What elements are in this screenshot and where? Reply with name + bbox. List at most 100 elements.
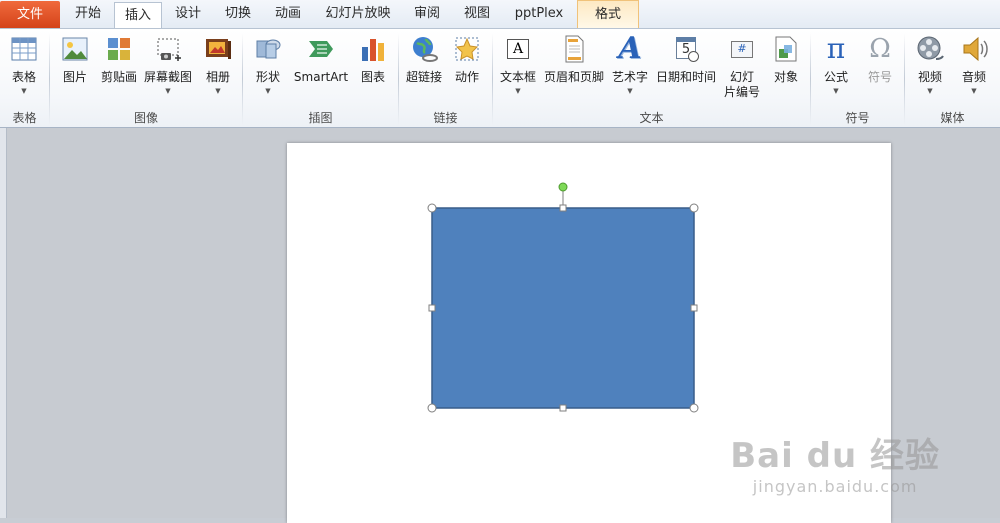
audio-button-label: 音频 bbox=[961, 70, 986, 84]
tab-design[interactable]: 设计 bbox=[164, 0, 212, 28]
hyperlink-icon bbox=[413, 37, 438, 62]
shapes-dropdown-arrow[interactable]: ▼ bbox=[250, 87, 286, 96]
resize-handle-bottom[interactable] bbox=[559, 404, 567, 412]
ribbon-insert: 表格 ▼ 表格 图片 剪贴画 屏幕截图 ▼ 相册 ▼ 图像 形状 ▼ Smart… bbox=[0, 28, 1000, 128]
shapes-button[interactable]: 形状 ▼ bbox=[250, 33, 286, 96]
screenshot-button-label: 屏幕截图 bbox=[143, 70, 192, 84]
symbol-button[interactable]: Ω 符号 bbox=[860, 33, 900, 85]
table-icon bbox=[11, 37, 37, 61]
textbox-dropdown-arrow[interactable]: ▼ bbox=[496, 87, 540, 96]
object-button-label: 对象 bbox=[773, 70, 798, 84]
video-button-label: 视频 bbox=[917, 70, 942, 84]
tab-animations[interactable]: 动画 bbox=[264, 0, 312, 28]
slide-number-icon: # bbox=[726, 33, 758, 65]
film-reel-icon bbox=[917, 36, 944, 60]
action-icon bbox=[455, 37, 479, 61]
date-time-button[interactable]: 5 日期和时间 bbox=[652, 33, 720, 85]
photo-album-dropdown-arrow[interactable]: ▼ bbox=[200, 87, 236, 96]
wordart-dropdown-arrow[interactable]: ▼ bbox=[608, 87, 652, 96]
video-dropdown-arrow[interactable]: ▼ bbox=[910, 87, 950, 96]
resize-handle-top-left[interactable] bbox=[427, 203, 437, 213]
resize-handle-bottom-left[interactable] bbox=[427, 403, 437, 413]
shapes-icon bbox=[256, 39, 281, 59]
resize-handle-bottom-right[interactable] bbox=[689, 403, 699, 413]
picture-button-label: 图片 bbox=[62, 70, 87, 84]
tab-home[interactable]: 开始 bbox=[63, 0, 113, 28]
action-button-label: 动作 bbox=[454, 70, 479, 84]
tab-transitions[interactable]: 切换 bbox=[214, 0, 262, 28]
smartart-button-label: SmartArt bbox=[293, 70, 349, 84]
header-footer-button-label: 页眉和页脚 bbox=[543, 70, 604, 84]
audio-button[interactable]: 音频 ▼ bbox=[954, 33, 994, 96]
table-dropdown-arrow[interactable]: ▼ bbox=[4, 87, 44, 96]
group-label-text: 文本 bbox=[639, 111, 664, 125]
wordart-button-label: 艺术字 bbox=[611, 70, 648, 84]
photo-album-button-label: 相册 bbox=[205, 70, 230, 84]
hyperlink-button[interactable]: 超链接 bbox=[402, 33, 446, 85]
smartart-button[interactable]: SmartArt bbox=[290, 33, 352, 85]
picture-button[interactable]: 图片 bbox=[58, 33, 92, 85]
video-button[interactable]: 视频 ▼ bbox=[910, 33, 950, 96]
calendar-icon: 5 bbox=[670, 33, 702, 65]
tab-view[interactable]: 视图 bbox=[452, 0, 502, 28]
omega-icon: Ω bbox=[869, 34, 891, 64]
equation-button[interactable]: π 公式 ▼ bbox=[816, 33, 856, 96]
textbox-button[interactable]: A 文本框 ▼ bbox=[496, 33, 540, 96]
photo-album-button[interactable]: 相册 ▼ bbox=[200, 33, 236, 96]
wordart-button[interactable]: A 艺术字 ▼ bbox=[608, 33, 652, 96]
selected-rectangle-shape[interactable] bbox=[431, 207, 695, 409]
rotation-handle[interactable] bbox=[558, 182, 568, 192]
screenshot-dropdown-arrow[interactable]: ▼ bbox=[140, 87, 196, 96]
tab-format[interactable]: 格式 bbox=[577, 0, 639, 28]
equation-button-label: 公式 bbox=[823, 70, 848, 84]
date-time-button-label: 日期和时间 bbox=[655, 70, 716, 84]
picture-icon bbox=[62, 37, 88, 61]
group-label-media: 媒体 bbox=[940, 111, 965, 125]
resize-handle-left[interactable] bbox=[428, 304, 436, 312]
clipart-icon bbox=[108, 38, 130, 60]
object-button[interactable]: 对象 bbox=[766, 33, 806, 85]
tab-pptplex[interactable]: pptPlex bbox=[503, 0, 575, 28]
hyperlink-button-label: 超链接 bbox=[405, 70, 442, 84]
slide-number-button[interactable]: # 幻灯 片编号 bbox=[722, 33, 762, 100]
speaker-icon bbox=[963, 36, 988, 62]
baidu-watermark: Bai du 经验 jingyan.baidu.com bbox=[730, 428, 940, 496]
resize-handle-right[interactable] bbox=[690, 304, 698, 312]
equation-icon: π bbox=[826, 32, 846, 65]
table-button[interactable]: 表格 ▼ bbox=[4, 33, 44, 96]
textbox-icon: A bbox=[502, 33, 534, 65]
tab-file[interactable]: 文件 bbox=[0, 1, 60, 28]
chart-button[interactable]: 图表 bbox=[356, 33, 390, 85]
group-label-images: 图像 bbox=[133, 111, 158, 125]
textbox-glyph: A bbox=[507, 39, 529, 59]
tab-insert[interactable]: 插入 bbox=[114, 2, 162, 29]
header-footer-icon bbox=[565, 35, 584, 63]
equation-dropdown-arrow[interactable]: ▼ bbox=[816, 87, 856, 96]
group-label-symbols: 符号 bbox=[845, 111, 870, 125]
tab-review[interactable]: 审阅 bbox=[402, 0, 452, 28]
slides-pane-edge[interactable] bbox=[0, 128, 7, 518]
action-button[interactable]: 动作 bbox=[450, 33, 484, 85]
resize-handle-top-right[interactable] bbox=[689, 203, 699, 213]
photo-album-icon bbox=[206, 39, 231, 59]
group-label-table: 表格 bbox=[12, 111, 37, 125]
table-button-label: 表格 bbox=[11, 70, 36, 84]
clipart-button[interactable]: 剪贴画 bbox=[98, 33, 140, 85]
group-label-links: 链接 bbox=[433, 111, 458, 125]
smartart-icon bbox=[309, 41, 333, 57]
header-footer-button[interactable]: 页眉和页脚 bbox=[542, 33, 606, 85]
watermark-url: jingyan.baidu.com bbox=[752, 477, 918, 496]
chart-button-label: 图表 bbox=[360, 70, 385, 84]
clipart-button-label: 剪贴画 bbox=[100, 70, 137, 84]
chart-icon bbox=[362, 39, 384, 61]
watermark-logo: Bai du 经验 bbox=[730, 436, 940, 476]
screenshot-button[interactable]: 屏幕截图 ▼ bbox=[140, 33, 196, 96]
object-icon bbox=[775, 36, 797, 62]
shapes-button-label: 形状 bbox=[255, 70, 280, 84]
slide-number-glyph: # bbox=[737, 42, 747, 55]
tab-slideshow[interactable]: 幻灯片放映 bbox=[315, 0, 401, 28]
slide-number-button-label: 幻灯 片编号 bbox=[723, 70, 760, 99]
wordart-icon: A bbox=[618, 31, 642, 66]
audio-dropdown-arrow[interactable]: ▼ bbox=[954, 87, 994, 96]
resize-handle-top[interactable] bbox=[559, 204, 567, 212]
